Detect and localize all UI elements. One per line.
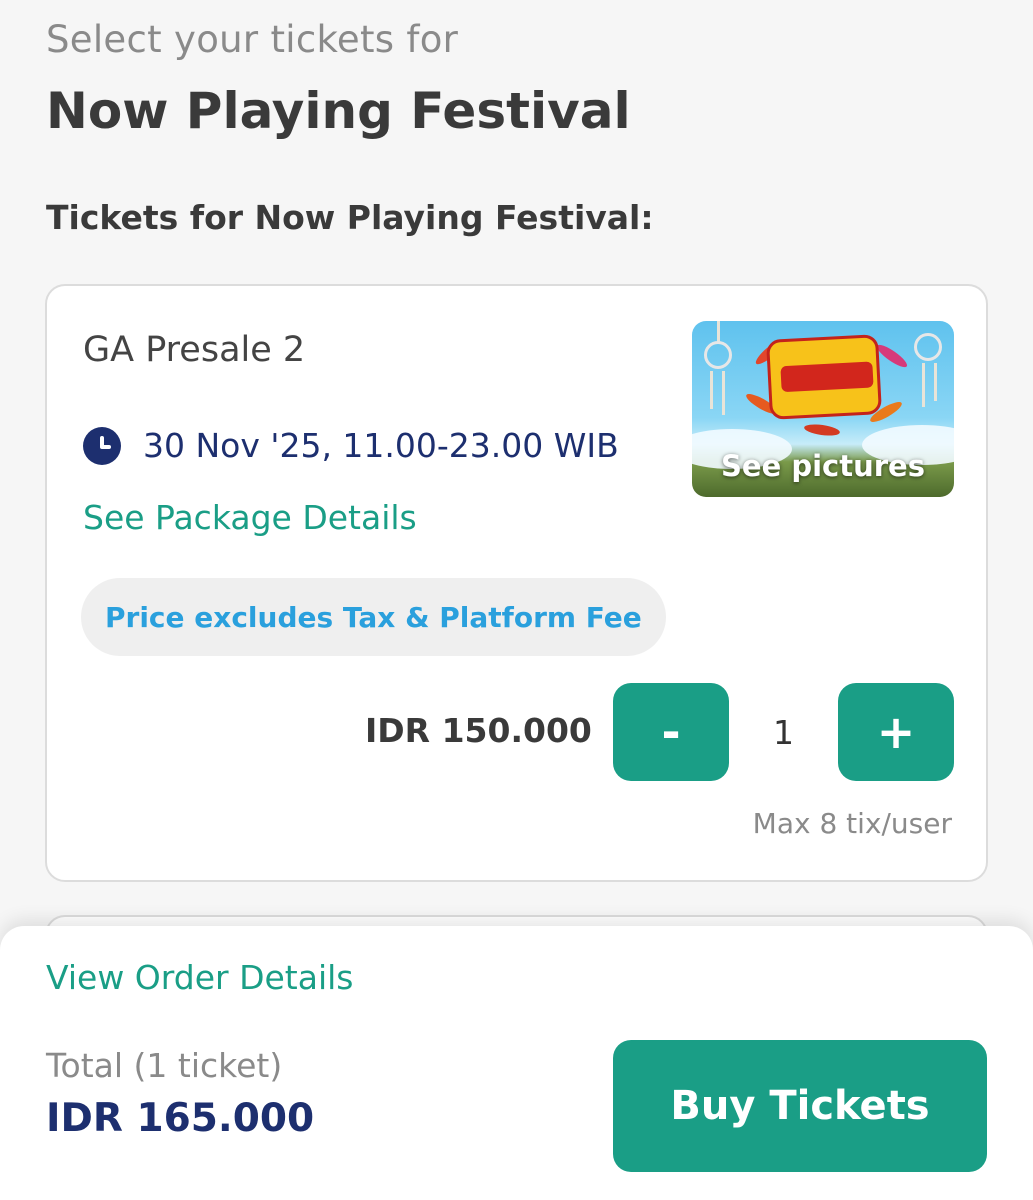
ticket-selection-page: Select your tickets for Now Playing Fest… — [0, 0, 1033, 1200]
price-note-badge: Price excludes Tax & Platform Fee — [81, 578, 666, 656]
dreamcatcher-string — [717, 321, 720, 343]
feather-icon — [803, 422, 841, 438]
ticket-name: GA Presale 2 — [83, 330, 306, 370]
ticket-date: 30 Nov '25, 11.00-23.00 WIB — [143, 426, 619, 465]
decrease-quantity-button[interactable]: - — [613, 683, 729, 781]
buy-tickets-button[interactable]: Buy Tickets — [613, 1040, 987, 1172]
see-pictures-label: See pictures — [721, 449, 925, 483]
see-package-details-link[interactable]: See Package Details — [83, 498, 417, 537]
dreamcatcher-icon — [704, 341, 732, 369]
ticket-price: IDR 150.000 — [365, 711, 592, 750]
ticket-quantity: 1 — [773, 712, 794, 752]
feather-icon — [874, 341, 910, 371]
clock-icon — [83, 426, 121, 465]
tickets-section-heading: Tickets for Now Playing Festival: — [46, 198, 654, 237]
ticket-card: GA Presale 2 30 Nov '25, 11.00-23.00 WIB… — [45, 284, 988, 882]
dreamcatcher-feathers — [710, 371, 713, 409]
increase-quantity-button[interactable]: + — [838, 683, 954, 781]
festival-logo — [765, 334, 883, 420]
event-thumbnail[interactable]: See pictures — [692, 321, 954, 497]
max-tickets-note: Max 8 tix/user — [752, 807, 952, 840]
total-amount: IDR 165.000 — [46, 1096, 315, 1141]
page-title: Now Playing Festival — [46, 82, 631, 140]
dreamcatcher-icon — [914, 333, 942, 361]
view-order-details-link[interactable]: View Order Details — [46, 958, 353, 997]
page-subtitle: Select your tickets for — [46, 18, 459, 61]
total-label: Total (1 ticket) — [46, 1046, 283, 1085]
dreamcatcher-feathers — [922, 363, 925, 407]
festival-logo-band — [780, 361, 874, 393]
ticket-date-row: 30 Nov '25, 11.00-23.00 WIB — [83, 426, 619, 465]
dreamcatcher-feathers — [934, 363, 937, 401]
order-summary-bar: View Order Details Total (1 ticket) IDR … — [0, 926, 1033, 1200]
dreamcatcher-feathers — [722, 371, 725, 415]
